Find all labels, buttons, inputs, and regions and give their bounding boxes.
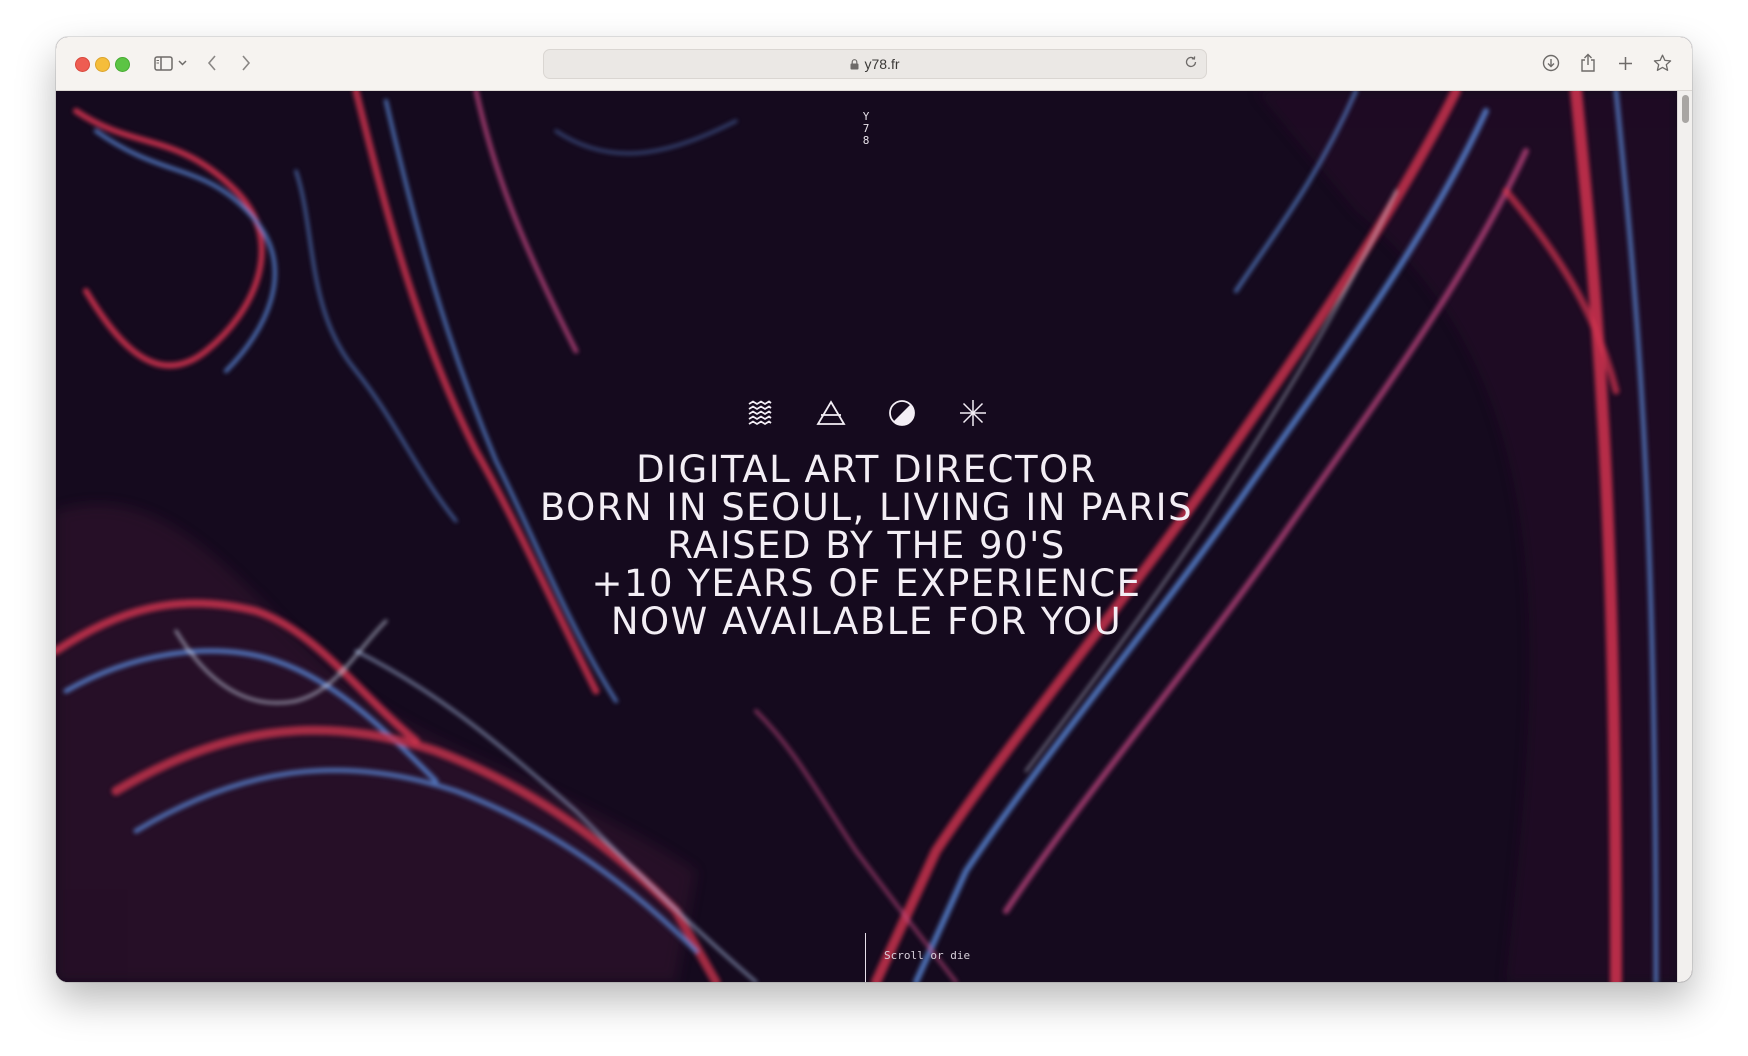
close-window-button[interactable] xyxy=(75,57,90,72)
scrollbar[interactable] xyxy=(1677,91,1692,982)
maximize-window-button[interactable] xyxy=(115,57,130,72)
headline-line: +10 YEARS OF EXPERIENCE xyxy=(591,562,1142,605)
forward-icon[interactable] xyxy=(236,51,256,75)
browser-window: y78.fr Y 7 8 DIGITAL ART DIRECTOR BORN I… xyxy=(56,37,1692,982)
page-viewport: Y 7 8 DIGITAL ART DIRECTOR BORN IN SEOUL… xyxy=(56,91,1677,982)
minimize-window-button[interactable] xyxy=(95,57,110,72)
back-icon[interactable] xyxy=(202,51,222,75)
water-wave-icon[interactable] xyxy=(743,396,777,430)
sidebar-icon[interactable] xyxy=(151,51,175,75)
url-text: y78.fr xyxy=(864,56,900,72)
scroll-hint[interactable]: Scroll or die xyxy=(865,933,970,982)
download-icon[interactable] xyxy=(1539,51,1563,75)
headline-line: DIGITAL ART DIRECTOR xyxy=(636,448,1097,491)
headline-line: RAISED BY THE 90'S xyxy=(667,524,1066,567)
logo-char: 8 xyxy=(862,134,870,147)
half-moon-icon[interactable] xyxy=(885,396,919,430)
air-triangle-icon[interactable] xyxy=(814,396,848,430)
share-icon[interactable] xyxy=(1576,51,1600,75)
asterisk-icon[interactable] xyxy=(956,396,990,430)
bookmark-icon[interactable] xyxy=(1650,51,1674,75)
browser-toolbar: y78.fr xyxy=(56,37,1692,91)
lock-icon xyxy=(850,58,859,70)
headline-line: BORN IN SEOUL, LIVING IN PARIS xyxy=(539,486,1194,529)
reload-icon[interactable] xyxy=(1184,55,1198,69)
symbol-icons-row xyxy=(56,396,1677,430)
address-bar[interactable]: y78.fr xyxy=(543,49,1207,79)
scrollbar-thumb[interactable] xyxy=(1682,95,1689,123)
headline-line: NOW AVAILABLE FOR YOU xyxy=(610,600,1123,643)
scroll-hint-label: Scroll or die xyxy=(884,949,971,962)
new-tab-icon[interactable] xyxy=(1613,51,1637,75)
hero-headline: DIGITAL ART DIRECTOR BORN IN SEOUL, LIVI… xyxy=(56,451,1677,641)
site-logo[interactable]: Y 7 8 xyxy=(856,111,876,147)
chevron-down-icon[interactable] xyxy=(175,51,189,75)
